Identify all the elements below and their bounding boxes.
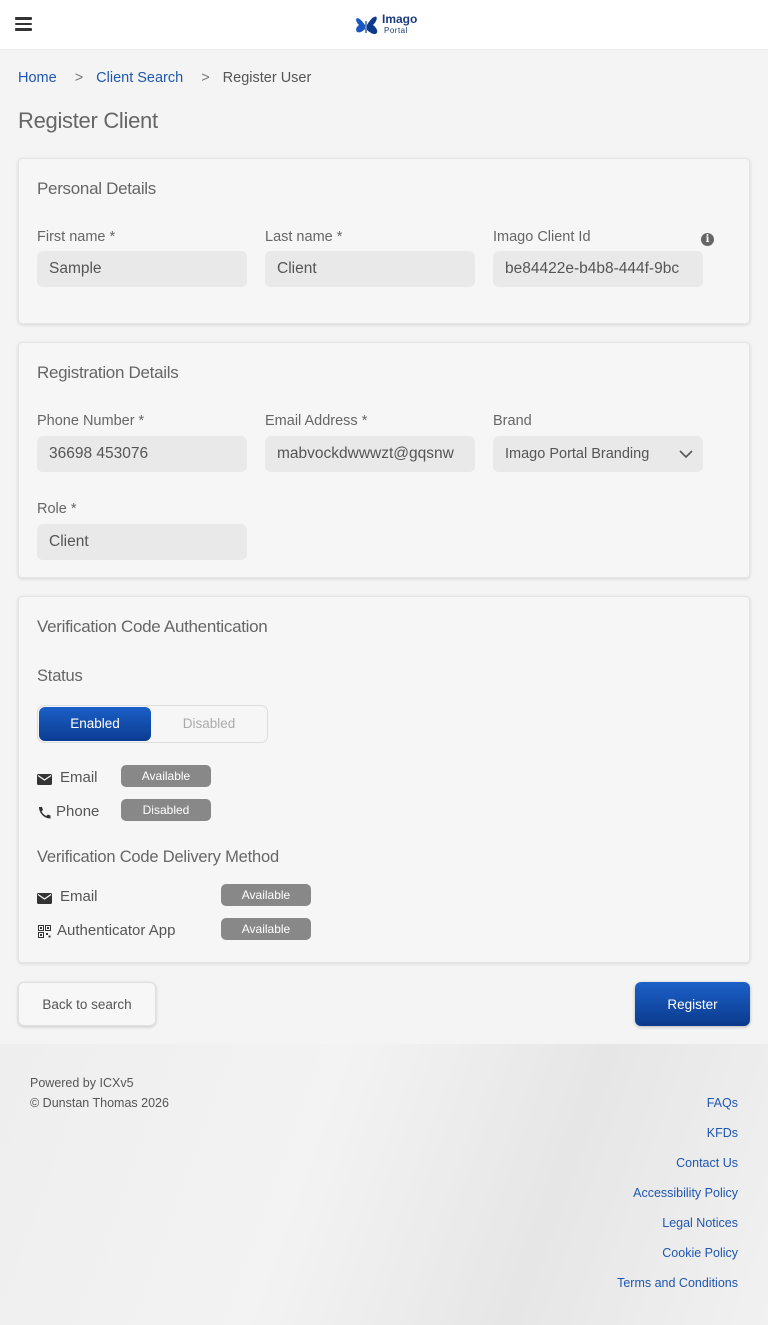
register-button[interactable]: Register xyxy=(635,982,750,1026)
back-to-search-button[interactable]: Back to search xyxy=(18,982,156,1026)
footer-link-accessibility-policy[interactable]: Accessibility Policy xyxy=(617,1186,738,1216)
breadcrumb-separator: > xyxy=(74,70,84,86)
footer: Powered by ICXv5 © Dunstan Thomas 2026 F… xyxy=(0,1044,768,1325)
delivery-authenticator-badge: Available xyxy=(221,918,311,940)
delivery-authenticator-label: Authenticator App xyxy=(57,922,176,939)
status-email-label: Email xyxy=(60,769,98,786)
logo-title: Imago xyxy=(382,12,418,26)
status-phone-label: Phone xyxy=(56,803,100,820)
verification-title: Verification Code Authentication xyxy=(37,617,268,636)
menu-icon[interactable] xyxy=(15,17,32,31)
brand-select[interactable]: Imago Portal Branding xyxy=(493,436,703,472)
delivery-email-badge: Available xyxy=(221,884,311,906)
page-title: Register Client xyxy=(18,108,158,133)
status-phone-badge: Disabled xyxy=(121,799,211,821)
first-name-label: First name * xyxy=(37,229,116,245)
footer-copyright: © Dunstan Thomas 2026 xyxy=(30,1096,169,1110)
breadcrumb: Home > Client Search > Register User xyxy=(18,68,311,88)
footer-link-faqs[interactable]: FAQs xyxy=(617,1096,738,1126)
delivery-email-label: Email xyxy=(60,888,98,905)
personal-details-card: Personal Details First name * Sample Las… xyxy=(18,158,750,324)
phone-icon xyxy=(39,807,51,819)
footer-link-legal-notices[interactable]: Legal Notices xyxy=(617,1216,738,1246)
envelope-icon xyxy=(37,893,52,904)
delivery-method-title: Verification Code Delivery Method xyxy=(37,848,279,866)
footer-link-cookie-policy[interactable]: Cookie Policy xyxy=(617,1246,738,1276)
last-name-input[interactable]: Client xyxy=(265,251,475,287)
last-name-label: Last name * xyxy=(265,229,343,245)
phone-input[interactable]: 36698 453076 xyxy=(37,436,247,472)
registration-details-title: Registration Details xyxy=(37,363,179,382)
phone-label: Phone Number * xyxy=(37,413,145,429)
email-input[interactable]: mabvockdwwwzt@gqsnw xyxy=(265,436,475,472)
top-bar: Imago Portal xyxy=(0,0,768,50)
qr-code-icon xyxy=(38,925,51,938)
brand-select-value: Imago Portal Branding xyxy=(505,446,650,462)
chevron-down-icon xyxy=(679,450,693,459)
client-id-label: Imago Client Id xyxy=(493,229,591,245)
footer-link-contact-us[interactable]: Contact Us xyxy=(617,1156,738,1186)
status-label: Status xyxy=(37,667,83,685)
breadcrumb-current: Register User xyxy=(222,70,312,86)
personal-details-title: Personal Details xyxy=(37,179,156,198)
footer-link-kfds[interactable]: KFDs xyxy=(617,1126,738,1156)
role-input[interactable]: Client xyxy=(37,524,247,560)
client-id-input[interactable]: be84422e-b4b8-444f-9bc xyxy=(493,251,703,287)
breadcrumb-client-search-link[interactable]: Client Search xyxy=(96,70,183,86)
verification-card: Verification Code Authentication Status … xyxy=(18,596,750,963)
envelope-icon xyxy=(37,774,52,785)
logo-subtitle: Portal xyxy=(384,26,408,35)
status-email-badge: Available xyxy=(121,765,211,787)
registration-details-card: Registration Details Phone Number * 3669… xyxy=(18,342,750,578)
footer-link-terms-and-conditions[interactable]: Terms and Conditions xyxy=(617,1276,738,1306)
info-icon[interactable]: i xyxy=(701,233,714,246)
toggle-enabled[interactable]: Enabled xyxy=(39,707,151,741)
first-name-input[interactable]: Sample xyxy=(37,251,247,287)
breadcrumb-separator: > xyxy=(201,70,210,86)
footer-links: FAQs KFDs Contact Us Accessibility Polic… xyxy=(617,1096,738,1306)
breadcrumb-home-link[interactable]: Home xyxy=(18,70,57,86)
status-toggle[interactable]: Enabled Disabled xyxy=(37,705,268,743)
toggle-disabled[interactable]: Disabled xyxy=(151,707,267,741)
role-label: Role * xyxy=(37,501,77,517)
email-label: Email Address * xyxy=(265,413,368,429)
footer-powered-by: Powered by ICXv5 xyxy=(30,1076,134,1090)
brand-label: Brand xyxy=(493,413,532,429)
